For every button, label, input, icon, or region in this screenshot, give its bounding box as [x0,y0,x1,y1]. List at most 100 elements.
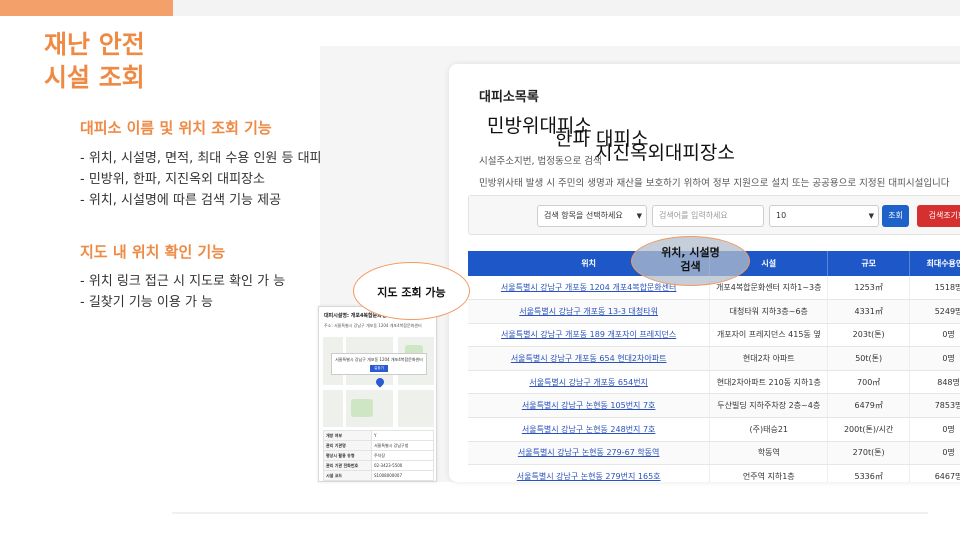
map-callout: 지도 조회 가능 [353,262,470,320]
facility-cell: 언주역 지하1층 [709,464,829,482]
facility-cell: 현대2차 아파트 [709,346,829,371]
info-value: 주차장 [371,450,434,461]
table-row: 서울특별시 강남구 논현동 105번지 7호 두산빌딩 지하주차장 2층~4층 64… [468,393,960,419]
info-value: 서울특별시 강남구청 [371,440,434,451]
table-row: 서울특별시 강남구 개포동 189 개포자이 프레지던스 개포자이 프레지던스 4… [468,323,960,348]
popup-info-table: 개방 여부 Y 관리 기관명 서울특별시 강남구청 평상시 활용 유형 주차장 관리 … [323,430,434,481]
chevron-down-icon: ▼ [868,212,874,220]
column-header-size: 규모 [827,251,911,276]
table-row: 서울특별시 강남구 논현동 248번지 7호 (주)태승21 200t(톤)/시간 0… [468,417,960,442]
table-row: 관리 기관 전화번호 02-3423-5500 [323,460,434,471]
search-hint-text: 시설주소지번, 법정동으로 검색 [479,156,602,167]
search-button[interactable]: 조회 [882,205,909,227]
location-link[interactable]: 서울특별시 강남구 논현동 248번지 7호 [468,417,711,442]
location-link[interactable]: 서울특별시 강남구 개포동 189 개포자이 프레지던스 [468,323,711,348]
facility-cell: (주)태승21 [709,417,829,442]
info-value: Y [371,430,434,441]
overlay-label-earthquake: 지진옥외대피장소 [595,142,735,164]
capacity-cell: 848명 [909,370,960,395]
search-callout-line1: 위치, 시설명 [661,246,720,259]
table-row: 서울특별시 강남구 개포동 654번지 현대2차아파트 210동 지하1층 700㎡… [468,370,960,395]
slide-title: 재난 안전 시설 조회 [44,28,145,94]
location-link[interactable]: 서울특별시 강남구 논현동 105번지 7호 [468,393,711,419]
top-gray-bar [173,0,960,16]
popup-address: 주소: 서울특별시 강남구 개포동 1204 개포4복합문화센터 [324,323,422,328]
route-button[interactable]: 길찾기 [370,365,388,372]
slide: 재난 안전 시설 조회 대피소 이름 및 위치 조회 기능 - 위치, 시설명,… [0,0,960,540]
size-cell: 4331㎡ [827,299,911,324]
capacity-cell: 0명 [909,417,960,442]
location-link[interactable]: 서울특별시 강남구 개포동 13-3 대청타워 [468,299,711,324]
facility-cell: 현대2차아파트 210동 지하1층 [709,370,829,395]
search-input[interactable]: 검색어를 입력하세요 [652,205,764,227]
map-popup: 대피시설명: 개포4복합문화센터 지하1~3층 주소: 서울특별시 강남구 개포… [318,306,437,482]
table-row: 서울특별시 강남구 논현동 279번지 165호 언주역 지하1층 5336㎡ 646… [468,464,960,482]
info-key: 평상시 활용 유형 [323,450,372,461]
bullet-item: - 위치 링크 접근 시 지도로 확인 가 능 [80,274,286,289]
facility-cell: 개포자이 프레지던스 415동 옆 [709,323,829,348]
info-key: 시설 코드 [323,470,372,481]
size-cell: 203t(톤) [827,323,911,348]
info-value: 02-3423-5500 [371,460,434,471]
map-road [393,337,398,427]
capacity-cell: 0명 [909,441,960,466]
map-park [351,399,373,417]
size-cell: 6479㎡ [827,393,911,419]
slide-title-line2: 시설 조회 [44,63,145,92]
location-link[interactable]: 서울특별시 강남구 논현동 279-67 학동역 [468,441,711,466]
facility-cell: 대청타워 지하3층~6층 [709,299,829,324]
table-row: 서울특별시 강남구 개포동 13-3 대청타워 대청타워 지하3층~6층 4331㎡… [468,299,960,324]
footer-divider [172,512,928,514]
section1-heading: 대피소 이름 및 위치 조회 기능 [80,119,272,137]
facility-cell: 두산빌딩 지하주차장 2층~4층 [709,393,829,419]
slide-title-line1: 재난 안전 [44,30,145,59]
map-view[interactable]: 서울특별시 강남구 개포동 1204 개포4복합문화센터 길찾기 [323,337,434,427]
search-callout-line2: 검색 [680,260,701,273]
shelter-table: 위치 시설 규모 최대수용인원 서울특별시 강남구 개포동 1204 개포4복합… [468,251,960,482]
table-row: 평상시 활용 유형 주차장 [323,450,434,461]
map-callout-text: 지도 조회 가능 [377,286,446,299]
capacity-cell: 0명 [909,346,960,371]
table-row: 관리 기관명 서울특별시 강남구청 [323,440,434,451]
location-link[interactable]: 서울특별시 강남구 개포동 654번지 [468,370,711,395]
search-field-select[interactable]: 검색 항목을 선택하세요 ▼ [537,205,647,227]
section2-heading: 지도 내 위치 확인 기능 [80,243,226,261]
info-key: 관리 기관명 [323,440,372,451]
info-key: 개방 여부 [323,430,372,441]
map-road [343,337,346,427]
map-info-text: 서울특별시 강남구 개포동 1204 개포4복합문화센터 [335,357,423,362]
column-header-capacity: 최대수용인원 [909,251,960,276]
capacity-cell: 0명 [909,323,960,348]
page-size-value: 10 [776,211,787,220]
bullet-item: - 길찾기 기능 이용 가 능 [80,295,213,310]
capacity-cell: 6467명 [909,464,960,482]
capacity-cell: 7853명 [909,393,960,419]
size-cell: 5336㎡ [827,464,911,482]
page-title: 대피소목록 [479,90,539,105]
info-key: 관리 기관 전화번호 [323,460,372,471]
size-cell: 200t(톤)/시간 [827,417,911,442]
info-value: S1008000007 [371,470,434,481]
search-callout: 위치, 시설명 검색 [631,236,750,286]
description-text: 민방위사태 발생 시 주민의 생명과 재산을 보호하기 위하여 정부 지원으로 … [479,178,950,189]
search-bar: 검색 항목을 선택하세요 ▼ 검색어를 입력하세요 10 ▼ 조회 검색조기화 [468,195,960,235]
search-field-select-label: 검색 항목을 선택하세요 [544,211,623,220]
location-link[interactable]: 서울특별시 강남구 개포동 654 현대2차아파트 [468,346,711,371]
chevron-down-icon: ▼ [636,212,642,220]
size-cell: 700㎡ [827,370,911,395]
capacity-cell: 5249명 [909,299,960,324]
section2-bullets: - 위치 링크 접근 시 지도로 확인 가 능 - 길찾기 기능 이용 가 능 [80,271,285,313]
map-info-window: 서울특별시 강남구 개포동 1204 개포4복합문화센터 길찾기 [331,353,427,375]
facility-cell: 학동역 [709,441,829,466]
location-link[interactable]: 서울특별시 강남구 논현동 279번지 165호 [468,464,711,482]
capacity-cell: 1518명 [909,276,960,301]
table-row: 서울특별시 강남구 개포동 654 현대2차아파트 현대2차 아파트 50t(톤) 0… [468,346,960,371]
size-cell: 1253㎡ [827,276,911,301]
size-cell: 50t(톤) [827,346,911,371]
search-callout-text: 위치, 시설명 검색 [632,246,749,274]
table-row: 개방 여부 Y [323,430,434,441]
table-row: 시설 코드 S1008000007 [323,470,434,481]
reset-search-button[interactable]: 검색조기화 [917,205,960,227]
top-accent-bar [0,0,173,16]
page-size-select[interactable]: 10 ▼ [769,205,879,227]
